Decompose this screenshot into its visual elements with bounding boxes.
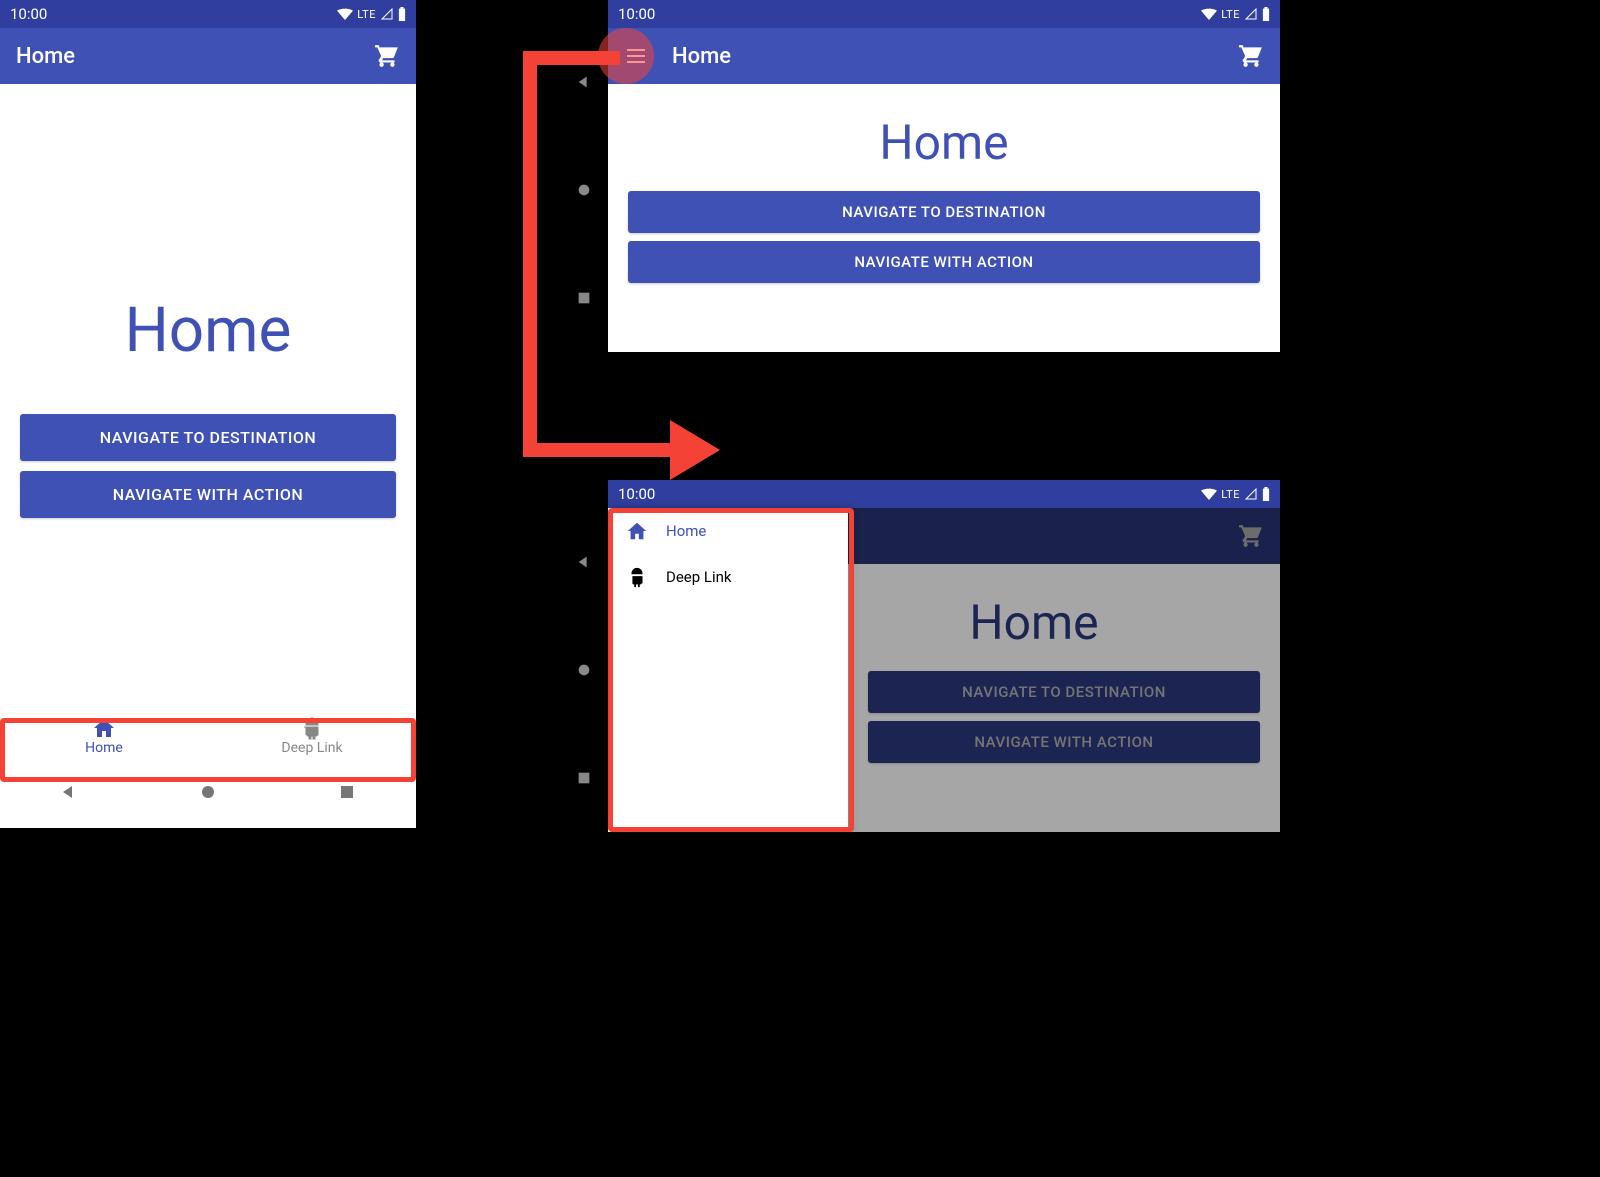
status-time: 10:00 xyxy=(618,5,655,23)
page-heading: Home xyxy=(608,114,1280,171)
content-area: Home NAVIGATE TO DESTINATION NAVIGATE WI… xyxy=(608,84,1280,283)
android-icon xyxy=(300,716,324,740)
tablet-landscape-screen: 10:00 LTE Home Home NAVIGATE xyxy=(560,0,1280,352)
navigate-to-destination-button[interactable]: NAVIGATE TO DESTINATION xyxy=(20,414,396,461)
bottomnav-item-home[interactable]: Home xyxy=(0,704,208,768)
status-bar: 10:00 LTE xyxy=(608,480,1280,508)
drawer-item-home[interactable]: Home xyxy=(608,508,848,554)
home-button-icon[interactable] xyxy=(199,783,217,801)
home-button-icon[interactable] xyxy=(576,662,592,678)
back-icon[interactable] xyxy=(60,783,78,801)
battery-icon xyxy=(398,7,406,21)
bottomnav-home-label: Home xyxy=(85,740,123,756)
status-time: 10:00 xyxy=(10,5,47,23)
drawer-deeplink-label: Deep Link xyxy=(666,568,732,586)
home-icon xyxy=(626,520,650,542)
drawer-item-deeplink[interactable]: Deep Link xyxy=(608,554,848,600)
status-time: 10:00 xyxy=(618,485,655,503)
status-bar: 10:00 LTE xyxy=(608,0,1280,28)
bottom-navigation: Home Deep Link xyxy=(0,704,416,768)
page-heading: Home xyxy=(0,294,416,367)
system-navigation-bar-side xyxy=(560,28,608,352)
app-bar: Home xyxy=(608,28,1280,84)
system-navigation-bar-side xyxy=(560,508,608,832)
bottomnav-item-deeplink[interactable]: Deep Link xyxy=(208,704,416,768)
android-icon xyxy=(626,566,650,588)
wifi-icon xyxy=(1201,488,1217,500)
cart-icon[interactable] xyxy=(374,43,400,69)
navigation-drawer: Home Deep Link xyxy=(608,508,848,832)
signal-icon xyxy=(1244,488,1258,500)
status-bar: 10:00 LTE xyxy=(0,0,416,28)
status-icons: LTE xyxy=(337,7,406,21)
annotation-highlight-hamburger xyxy=(598,28,654,84)
navigate-with-action-button[interactable]: NAVIGATE WITH ACTION xyxy=(20,471,396,518)
app-bar: Home xyxy=(0,28,416,84)
network-label: LTE xyxy=(357,8,376,21)
app-bar-title: Home xyxy=(672,44,1238,69)
recents-icon[interactable] xyxy=(576,290,592,306)
recents-icon[interactable] xyxy=(576,770,592,786)
drawer-home-label: Home xyxy=(666,522,706,540)
signal-icon xyxy=(1244,8,1258,20)
cart-icon[interactable] xyxy=(1238,43,1264,69)
system-navigation-bar xyxy=(0,768,416,816)
battery-icon xyxy=(1262,487,1270,501)
status-icons: LTE xyxy=(1201,487,1270,501)
navigate-with-action-button[interactable]: NAVIGATE WITH ACTION xyxy=(628,241,1260,283)
network-label: LTE xyxy=(1221,488,1240,501)
battery-icon xyxy=(1262,7,1270,21)
wifi-icon xyxy=(1201,8,1217,20)
back-icon[interactable] xyxy=(576,554,592,570)
network-label: LTE xyxy=(1221,8,1240,21)
signal-icon xyxy=(380,8,394,20)
home-button-icon[interactable] xyxy=(576,182,592,198)
content-area: Home NAVIGATE TO DESTINATION NAVIGATE WI… xyxy=(0,84,416,704)
tablet-drawer-open-screen: 10:00 LTE Home NAVIGATE TO DESTINATION N… xyxy=(560,480,1280,832)
phone-portrait-screen: 10:00 LTE Home Home xyxy=(0,0,416,828)
back-icon[interactable] xyxy=(576,74,592,90)
home-icon xyxy=(92,716,116,740)
wifi-icon xyxy=(337,8,353,20)
app-bar-title: Home xyxy=(16,44,374,69)
recents-icon[interactable] xyxy=(338,783,356,801)
status-icons: LTE xyxy=(1201,7,1270,21)
bottomnav-deeplink-label: Deep Link xyxy=(281,740,342,756)
navigate-to-destination-button[interactable]: NAVIGATE TO DESTINATION xyxy=(628,191,1260,233)
